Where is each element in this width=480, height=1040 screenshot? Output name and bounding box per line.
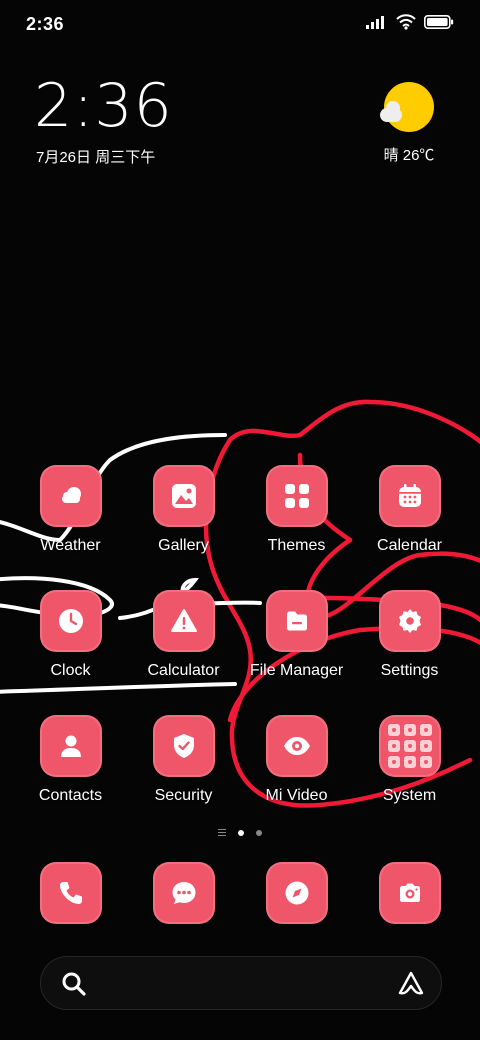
- contacts-icon: [39, 715, 102, 777]
- weather-widget-text: 晴 26℃: [383, 147, 435, 164]
- weather-widget[interactable]: 晴 26℃: [374, 82, 444, 165]
- app-calculator[interactable]: Calculator: [127, 590, 240, 680]
- signal-icon: [366, 16, 384, 29]
- app-file-manager[interactable]: File Manager: [240, 590, 353, 680]
- page-indicator[interactable]: [0, 829, 480, 836]
- dock-phone[interactable]: [14, 862, 127, 924]
- dock-messages[interactable]: [127, 862, 240, 924]
- wifi-icon: [396, 14, 416, 30]
- assistant-icon[interactable]: [397, 970, 425, 998]
- app-label: Mi Video: [265, 787, 328, 804]
- app-clock[interactable]: Clock: [14, 590, 127, 680]
- folder-icon: [265, 590, 328, 652]
- themes-icon: [265, 465, 328, 527]
- compass-icon: [265, 862, 328, 924]
- status-time: 2:36: [26, 14, 65, 34]
- app-label: Gallery: [158, 537, 209, 554]
- warning-icon: [152, 590, 215, 652]
- app-label: Contacts: [38, 787, 103, 804]
- status-icons: [366, 14, 454, 30]
- weather-icon: [39, 465, 102, 527]
- search-icon: [62, 972, 86, 996]
- app-contacts[interactable]: Contacts: [14, 715, 127, 805]
- app-security[interactable]: Security: [127, 715, 240, 805]
- message-icon: [152, 862, 215, 924]
- app-label: Clock: [50, 662, 91, 679]
- app-label: Security: [154, 787, 213, 804]
- sun-cloud-icon: [380, 82, 434, 132]
- app-label: Settings: [380, 662, 439, 679]
- camera-icon: [378, 862, 441, 924]
- app-label: System: [382, 787, 437, 804]
- eye-icon: [265, 715, 328, 777]
- battery-icon: [424, 15, 454, 29]
- app-label: Calendar: [377, 537, 442, 554]
- phone-icon: [39, 862, 102, 924]
- search-bar[interactable]: [40, 956, 442, 1010]
- app-calendar[interactable]: Calendar: [353, 465, 466, 555]
- clock-widget-time[interactable]: 2:36: [34, 76, 173, 136]
- gallery-icon: [152, 465, 215, 527]
- app-drawer-indicator-icon: [218, 829, 226, 836]
- dock-camera[interactable]: [353, 862, 466, 924]
- folder-grid-icon: [378, 715, 441, 777]
- app-system-folder[interactable]: System: [353, 715, 466, 805]
- calendar-icon: [378, 465, 441, 527]
- app-themes[interactable]: Themes: [240, 465, 353, 555]
- app-label: File Manager: [249, 662, 344, 679]
- app-label: Themes: [267, 537, 326, 554]
- dock-browser[interactable]: [240, 862, 353, 924]
- app-settings[interactable]: Settings: [353, 590, 466, 680]
- app-weather[interactable]: Weather: [14, 465, 127, 555]
- clock-widget-date[interactable]: 7月26日 周三下午: [36, 146, 155, 167]
- page-dot-1[interactable]: [238, 829, 244, 836]
- shield-icon: [152, 715, 215, 777]
- app-mi-video[interactable]: Mi Video: [240, 715, 353, 805]
- app-gallery[interactable]: Gallery: [127, 465, 240, 555]
- gear-icon: [378, 590, 441, 652]
- page-dot-2[interactable]: [256, 829, 262, 836]
- app-label: Calculator: [147, 662, 220, 679]
- app-label: Weather: [40, 537, 101, 554]
- status-bar: 2:36: [0, 0, 480, 50]
- clock-icon: [39, 590, 102, 652]
